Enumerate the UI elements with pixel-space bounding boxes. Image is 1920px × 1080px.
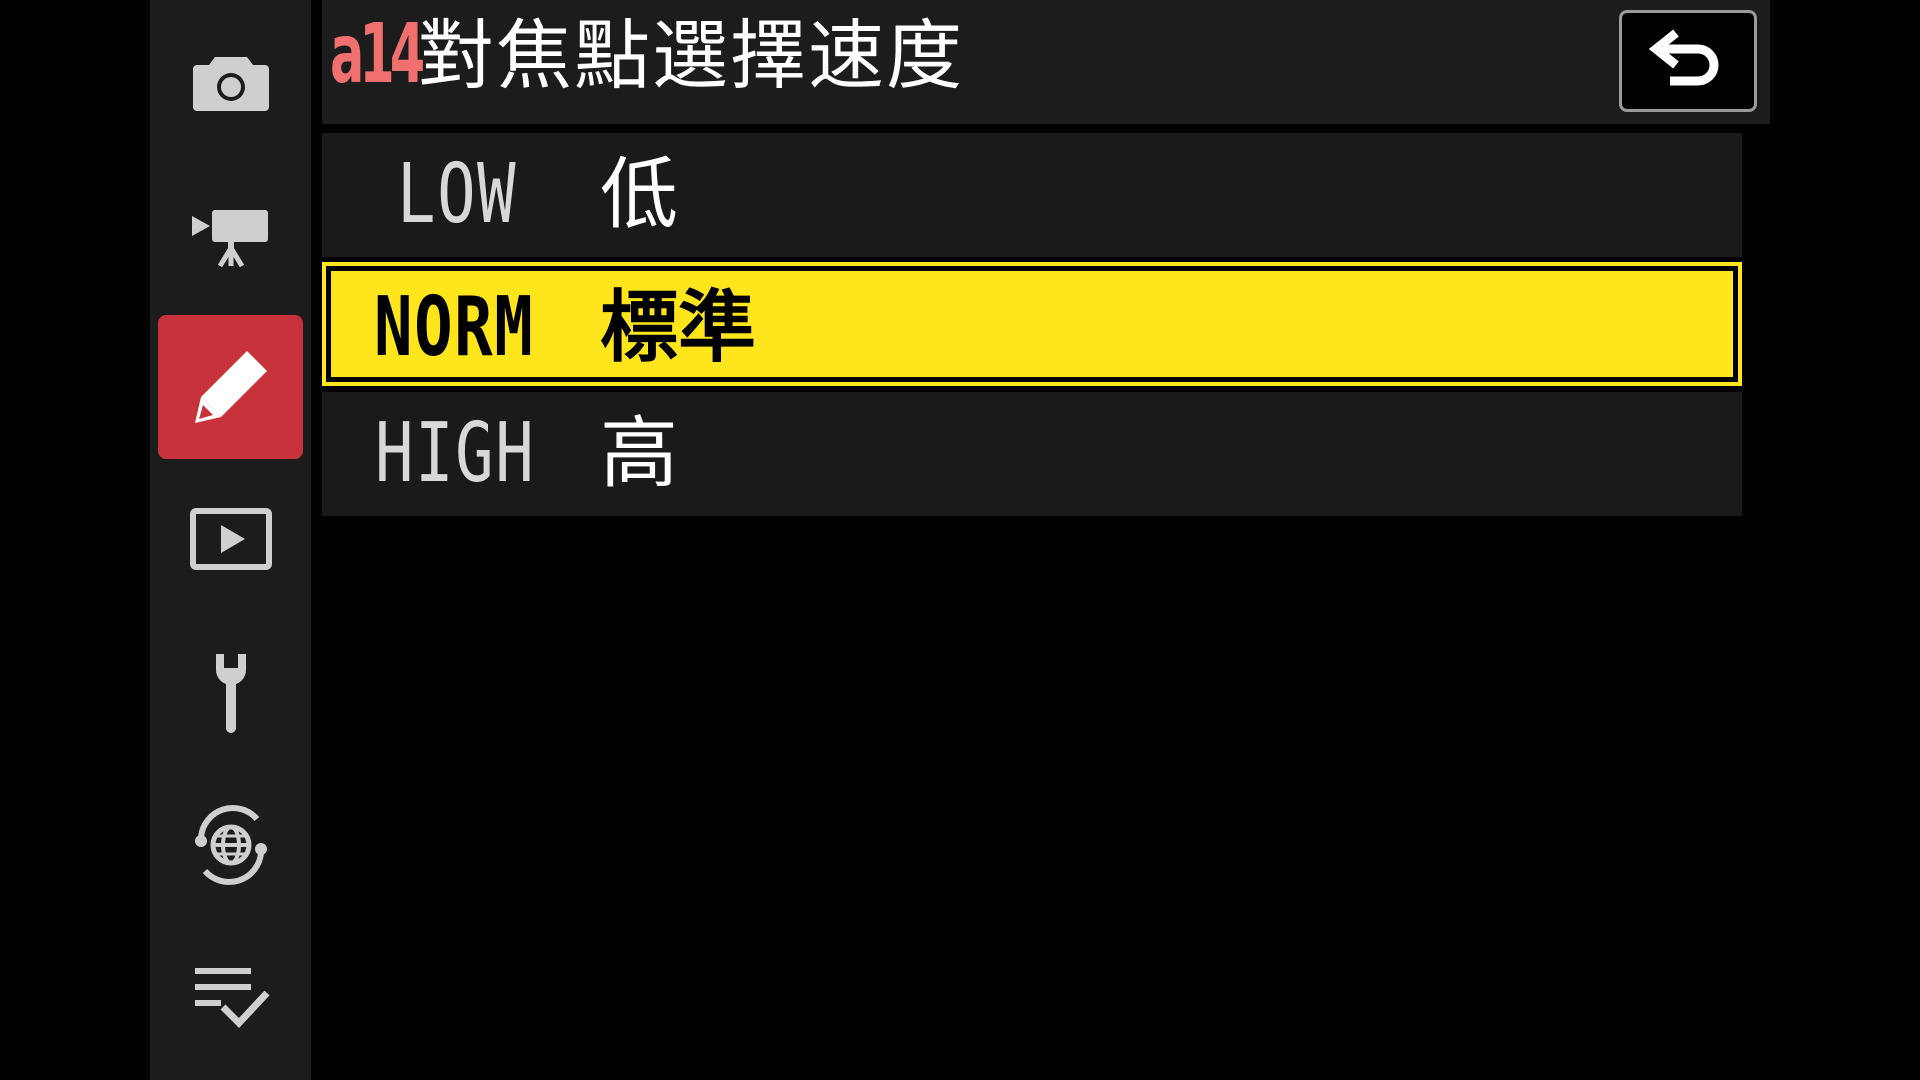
playback-icon xyxy=(189,508,272,570)
my-menu-icon xyxy=(194,968,270,1029)
option-code: HIGH xyxy=(375,406,536,501)
menu-header: a14 對焦點選擇速度 xyxy=(322,0,1770,124)
movie-camera-icon xyxy=(191,210,268,268)
option-label: 標準 xyxy=(600,283,757,373)
menu-item-code: a14 xyxy=(330,7,425,102)
camera-icon xyxy=(192,57,269,111)
sidebar-item-movie[interactable] xyxy=(158,163,303,307)
sidebar-item-photo-shooting[interactable] xyxy=(158,10,303,154)
option-label: 低 xyxy=(600,150,679,240)
sidebar-item-custom-settings[interactable] xyxy=(158,315,303,459)
sidebar-item-playback[interactable] xyxy=(158,467,303,611)
option-norm[interactable]: NORM 標準 xyxy=(322,262,1742,386)
option-low[interactable]: LOW 低 xyxy=(322,133,1742,257)
option-code: LOW xyxy=(397,147,518,242)
wrench-icon xyxy=(215,654,246,733)
menu-sidebar xyxy=(150,0,311,1080)
pencil-icon xyxy=(194,351,267,423)
sidebar-item-network[interactable] xyxy=(158,773,303,917)
sidebar-item-my-menu[interactable] xyxy=(158,926,303,1070)
camera-menu-screen: a14 對焦點選擇速度 LOW 低 NORM 標準 HIGH 高 xyxy=(0,0,1920,1080)
sidebar-item-setup[interactable] xyxy=(158,620,303,764)
option-label: 高 xyxy=(600,409,679,499)
option-code: NORM xyxy=(374,280,535,375)
network-icon xyxy=(194,805,267,885)
back-button[interactable] xyxy=(1619,10,1757,112)
page-title: 對焦點選擇速度 xyxy=(418,11,964,100)
option-high[interactable]: HIGH 高 xyxy=(322,392,1742,516)
back-arrow-icon xyxy=(1648,29,1719,86)
